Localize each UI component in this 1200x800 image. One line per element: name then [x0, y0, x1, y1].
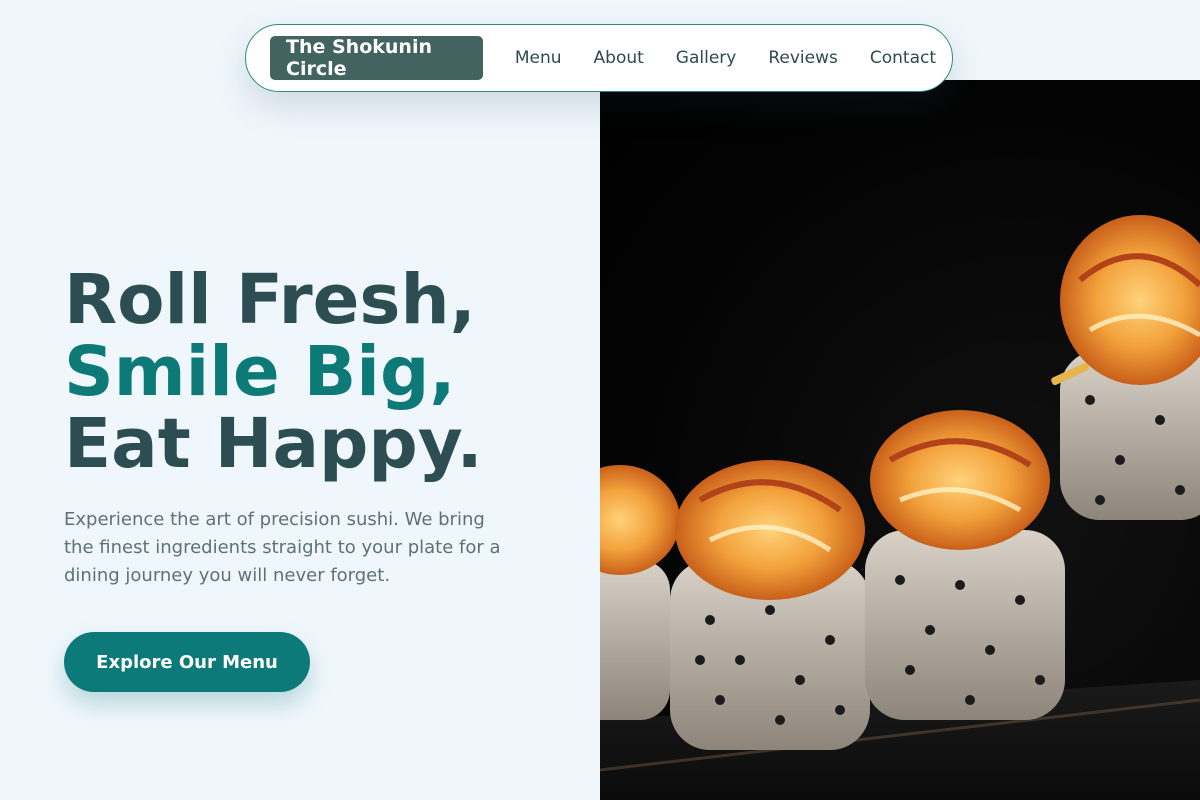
hero-sushi-image	[600, 80, 1200, 800]
brand-logo[interactable]: The Shokunin Circle	[270, 36, 483, 80]
nav-link-menu[interactable]: Menu	[499, 48, 578, 68]
hero-description: Experience the art of precision sushi. W…	[64, 509, 501, 586]
nav-link-gallery[interactable]: Gallery	[660, 48, 753, 68]
nav-link-about[interactable]: About	[578, 48, 660, 68]
explore-menu-button[interactable]: Explore Our Menu	[64, 632, 310, 692]
landing-page: The Shokunin Circle Menu About Gallery R…	[0, 0, 1200, 800]
sushi-illustration	[600, 215, 1200, 800]
nav-link-contact[interactable]: Contact	[854, 48, 952, 68]
nav-link-reviews[interactable]: Reviews	[752, 48, 854, 68]
hero-headline: Roll Fresh, Smile Big, Eat Happy.	[64, 264, 584, 480]
top-navbar: The Shokunin Circle Menu About Gallery R…	[245, 24, 953, 92]
headline-line-3: Eat Happy.	[64, 404, 483, 484]
headline-line-1: Roll Fresh,	[64, 260, 476, 340]
headline-line-2: Smile Big,	[64, 332, 456, 412]
hero-text: Roll Fresh, Smile Big, Eat Happy. Experi…	[64, 264, 584, 590]
nav-links: Menu About Gallery Reviews Contact	[499, 48, 952, 68]
